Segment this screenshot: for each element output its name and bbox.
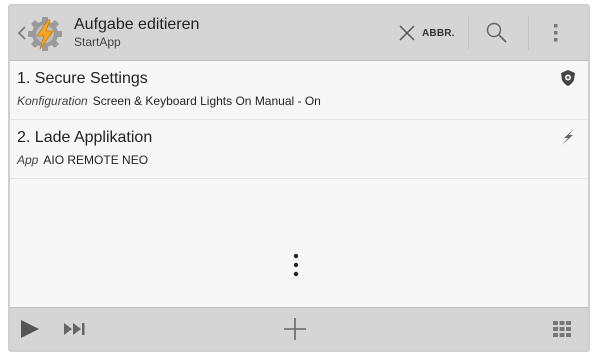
more-vertical-icon[interactable] <box>292 252 300 280</box>
action-title: 1. Secure Settings <box>17 70 148 88</box>
action-detail: App AIO REMOTE NEO <box>17 153 148 167</box>
task-edit-window: Aufgabe editieren StartApp ABBR. 1. Secu <box>8 4 590 352</box>
action-name: Secure Settings <box>34 70 148 87</box>
screen-title: Aufgabe editieren <box>74 16 200 33</box>
action-detail-text: Screen & Keyboard Lights On Manual - On <box>92 94 321 108</box>
divider <box>528 16 529 50</box>
bottom-toolbar <box>10 307 588 350</box>
action-detail: Konfiguration Screen & Keyboard Lights On… <box>17 94 321 108</box>
close-icon <box>399 25 415 41</box>
divider <box>468 16 469 50</box>
cancel-button[interactable]: ABBR. <box>398 18 455 48</box>
cancel-label: ABBR. <box>422 27 455 39</box>
action-number: 1. <box>17 70 31 87</box>
search-icon[interactable] <box>484 20 510 46</box>
more-vertical-icon[interactable] <box>546 20 566 46</box>
task-name: StartApp <box>74 35 121 49</box>
action-row-secure-settings[interactable]: 1. Secure Settings Konfiguration Screen &… <box>10 61 588 120</box>
lightning-icon <box>562 129 574 145</box>
title-block: Aufgabe editieren StartApp <box>74 16 199 50</box>
action-row-launch-app[interactable]: 2. Lade Applikation App AIO REMOTE NEO <box>10 120 588 179</box>
play-icon[interactable] <box>18 318 42 340</box>
step-forward-icon[interactable] <box>62 322 92 336</box>
plus-icon[interactable] <box>282 316 308 342</box>
action-detail-text: AIO REMOTE NEO <box>43 153 149 167</box>
action-category: App <box>17 153 39 167</box>
action-title: 2. Lade Applikation <box>17 129 152 147</box>
action-name: Lade Applikation <box>34 129 153 146</box>
grid-icon[interactable] <box>552 320 572 338</box>
tasker-app-icon <box>28 17 62 51</box>
action-bar: Aufgabe editieren StartApp ABBR. <box>10 6 588 61</box>
action-number: 2. <box>17 129 31 146</box>
action-category: Konfiguration <box>17 94 88 108</box>
action-list: 1. Secure Settings Konfiguration Screen &… <box>10 61 588 179</box>
shield-icon <box>561 70 575 86</box>
